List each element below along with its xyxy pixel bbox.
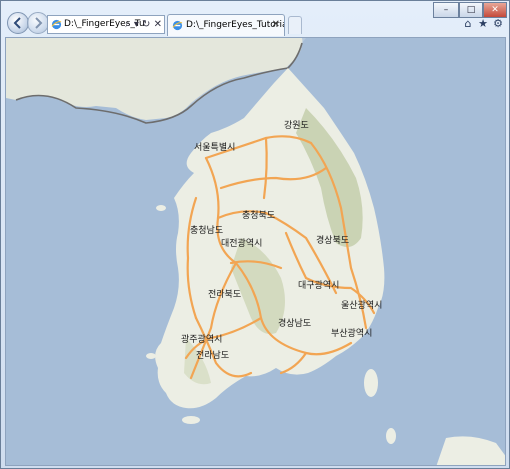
new-tab-button[interactable] <box>288 16 302 34</box>
label-chungnam: 충청남도 <box>190 225 223 236</box>
minimize-button[interactable]: – <box>433 2 459 18</box>
map-viewport[interactable]: 강원도 서울특별시 충청북도 충청남도 대전광역시 경상북도 전라북도 대구광역… <box>5 37 506 466</box>
island-tsushima <box>386 428 396 444</box>
label-jeonnam: 전라남도 <box>196 350 229 361</box>
korea-map[interactable]: 강원도 서울특별시 충청북도 충청남도 대전광역시 경상북도 전라북도 대구광역… <box>6 38 506 466</box>
island-west-2 <box>156 205 166 211</box>
forward-button[interactable] <box>27 12 49 34</box>
label-gangwon: 강원도 <box>284 120 309 131</box>
tab-label: D:\_FingerEyes_Tutorials_... <box>186 20 284 30</box>
back-button[interactable] <box>7 12 29 34</box>
close-icon: ✕ <box>491 5 499 15</box>
island-west-1 <box>146 353 156 359</box>
tab-active[interactable]: D:\_FingerEyes_Tutorials_... ✕ <box>167 14 285 36</box>
home-icon[interactable]: ⌂ <box>462 18 474 30</box>
label-seoul: 서울특별시 <box>194 142 235 153</box>
address-bar[interactable]: D:\_FingerEyes_Tu ⌕ ▾ ↻ ✕ <box>47 15 165 34</box>
close-button[interactable]: ✕ <box>483 2 507 18</box>
address-tools[interactable]: ⌕ ▾ ↻ ✕ <box>125 16 162 33</box>
label-jeonbuk: 전라북도 <box>208 289 241 300</box>
tab-close-icon[interactable]: ✕ <box>272 15 280 35</box>
forward-arrow-icon <box>35 17 43 29</box>
ie-tab-icon <box>172 20 183 31</box>
label-gyeongnam: 경상남도 <box>278 317 311 329</box>
title-bar: D:\_FingerEyes_Tu ⌕ ▾ ↻ ✕ D:\_FingerEyes… <box>1 1 509 39</box>
back-arrow-icon <box>13 17 21 29</box>
island-south-1 <box>182 416 200 424</box>
label-daegu: 대구광역시 <box>298 279 339 291</box>
minimize-icon: – <box>443 5 449 15</box>
favorites-star-icon[interactable]: ★ <box>477 18 489 30</box>
label-busan: 부산광역시 <box>331 327 372 339</box>
ie-page-icon <box>51 19 62 30</box>
settings-gear-icon[interactable]: ⚙ <box>492 18 504 30</box>
island-geoje <box>364 369 378 397</box>
label-gwangju: 광주광역시 <box>181 333 222 345</box>
maximize-icon: □ <box>466 5 476 15</box>
browser-window: D:\_FingerEyes_Tu ⌕ ▾ ↻ ✕ D:\_FingerEyes… <box>0 0 510 469</box>
maximize-button[interactable]: □ <box>459 2 483 18</box>
label-ulsan: 울산광역시 <box>341 299 382 311</box>
label-daejeon: 대전광역시 <box>221 237 262 249</box>
label-chungbuk: 충청북도 <box>242 210 275 221</box>
label-gyeongbuk: 경상북도 <box>316 234 349 246</box>
